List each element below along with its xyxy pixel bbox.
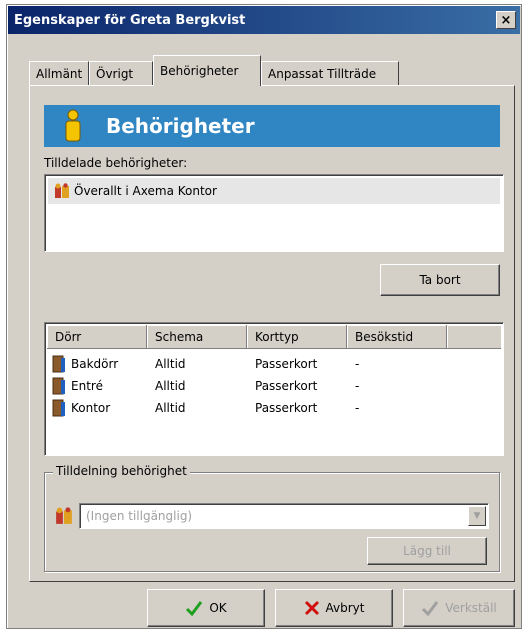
assign-permission-group: Tilldelning behörighet (Ingen tillgängli… [44,464,500,572]
assigned-label: Tilldelade behörigheter: [44,156,188,170]
schema-cell: Alltid [155,357,186,371]
combo-dropdown-button[interactable]: ▼ [468,506,486,526]
schema-cell: Alltid [155,379,186,393]
door-icon [52,399,65,417]
cancel-button[interactable]: Avbryt [275,589,393,627]
door-name: Entré [71,379,103,393]
cardtype-cell: Passerkort [255,379,318,393]
table-header: Dörr Schema Korttyp Besökstid [47,325,501,349]
table-row[interactable]: Kontor Alltid Passerkort - [49,397,449,419]
tab-label: Allmänt [36,66,83,81]
cardtype-cell: Passerkort [255,357,318,371]
group-legend: Tilldelning behörighet [53,464,190,478]
assigned-list[interactable]: Överallt i Axema Kontor [44,174,504,252]
checkmark-icon [186,601,203,617]
close-icon: × [500,12,512,28]
tab-label: Anpassat Tillträde [268,66,377,81]
properties-dialog: Egenskaper för Greta Bergkvist × Allmänt… [6,4,522,629]
group-icon [55,183,69,198]
apply-label: Verkställ [445,601,497,615]
header-label: Korttyp [255,329,299,344]
tab-label: Övrigt [96,66,134,81]
remove-button-label: Ta bort [419,273,461,287]
apply-button[interactable]: Verkställ [403,589,515,627]
door-name: Kontor [71,401,111,415]
checkmark-icon [422,601,439,617]
ok-button[interactable]: OK [147,589,265,627]
ok-label: OK [209,601,227,615]
schema-cell: Alltid [155,401,186,415]
chevron-down-icon: ▼ [473,511,481,521]
visittime-cell: - [355,401,360,415]
column-header-visittime[interactable]: Besökstid [347,325,447,349]
header-label: Dörr [55,329,82,344]
permissions-panel: Behörigheter Tilldelade behörigheter: Öv… [29,85,515,582]
table-row[interactable]: Entré Alltid Passerkort - [49,375,449,397]
list-item-text: Överallt i Axema Kontor [74,184,217,198]
door-icon [52,377,65,395]
column-header-door[interactable]: Dörr [47,325,147,349]
visittime-cell: - [355,357,360,371]
tab-allmant[interactable]: Allmänt [29,61,89,85]
banner-title: Behörigheter [106,114,255,138]
combo-value: (Ingen tillgänglig) [86,509,193,523]
group-icon [56,507,72,524]
title-bar: Egenskaper för Greta Bergkvist × [8,6,520,34]
tab-anpassat-tilltrade[interactable]: Anpassat Tillträde [261,61,399,85]
tab-behorigheter[interactable]: Behörigheter [153,55,261,86]
section-banner: Behörigheter [44,105,500,147]
tab-label: Behörigheter [160,64,239,78]
header-label: Besökstid [355,329,414,344]
door-icon [52,355,65,373]
person-icon [65,109,81,142]
column-header-cardtype[interactable]: Korttyp [247,325,347,349]
remove-button[interactable]: Ta bort [380,264,500,296]
permission-combo[interactable]: (Ingen tillgänglig) ▼ [79,503,489,529]
add-button-label: Lägg till [403,544,451,558]
window-title: Egenskaper för Greta Bergkvist [14,12,246,28]
column-header-schema[interactable]: Schema [147,325,247,349]
cardtype-cell: Passerkort [255,401,318,415]
header-label: Schema [155,329,204,344]
visittime-cell: - [355,379,360,393]
close-button[interactable]: × [496,11,516,29]
column-header-filler [447,325,501,349]
door-name: Bakdörr [71,357,119,371]
doors-table[interactable]: Dörr Schema Korttyp Besökstid Bakdörr Al… [44,322,504,456]
add-button[interactable]: Lägg till [367,537,487,565]
cross-icon [304,600,319,616]
table-row[interactable]: Bakdörr Alltid Passerkort - [49,353,449,375]
cancel-label: Avbryt [325,601,365,615]
tab-ovrigt[interactable]: Övrigt [89,61,153,85]
list-item[interactable]: Överallt i Axema Kontor [48,178,500,204]
